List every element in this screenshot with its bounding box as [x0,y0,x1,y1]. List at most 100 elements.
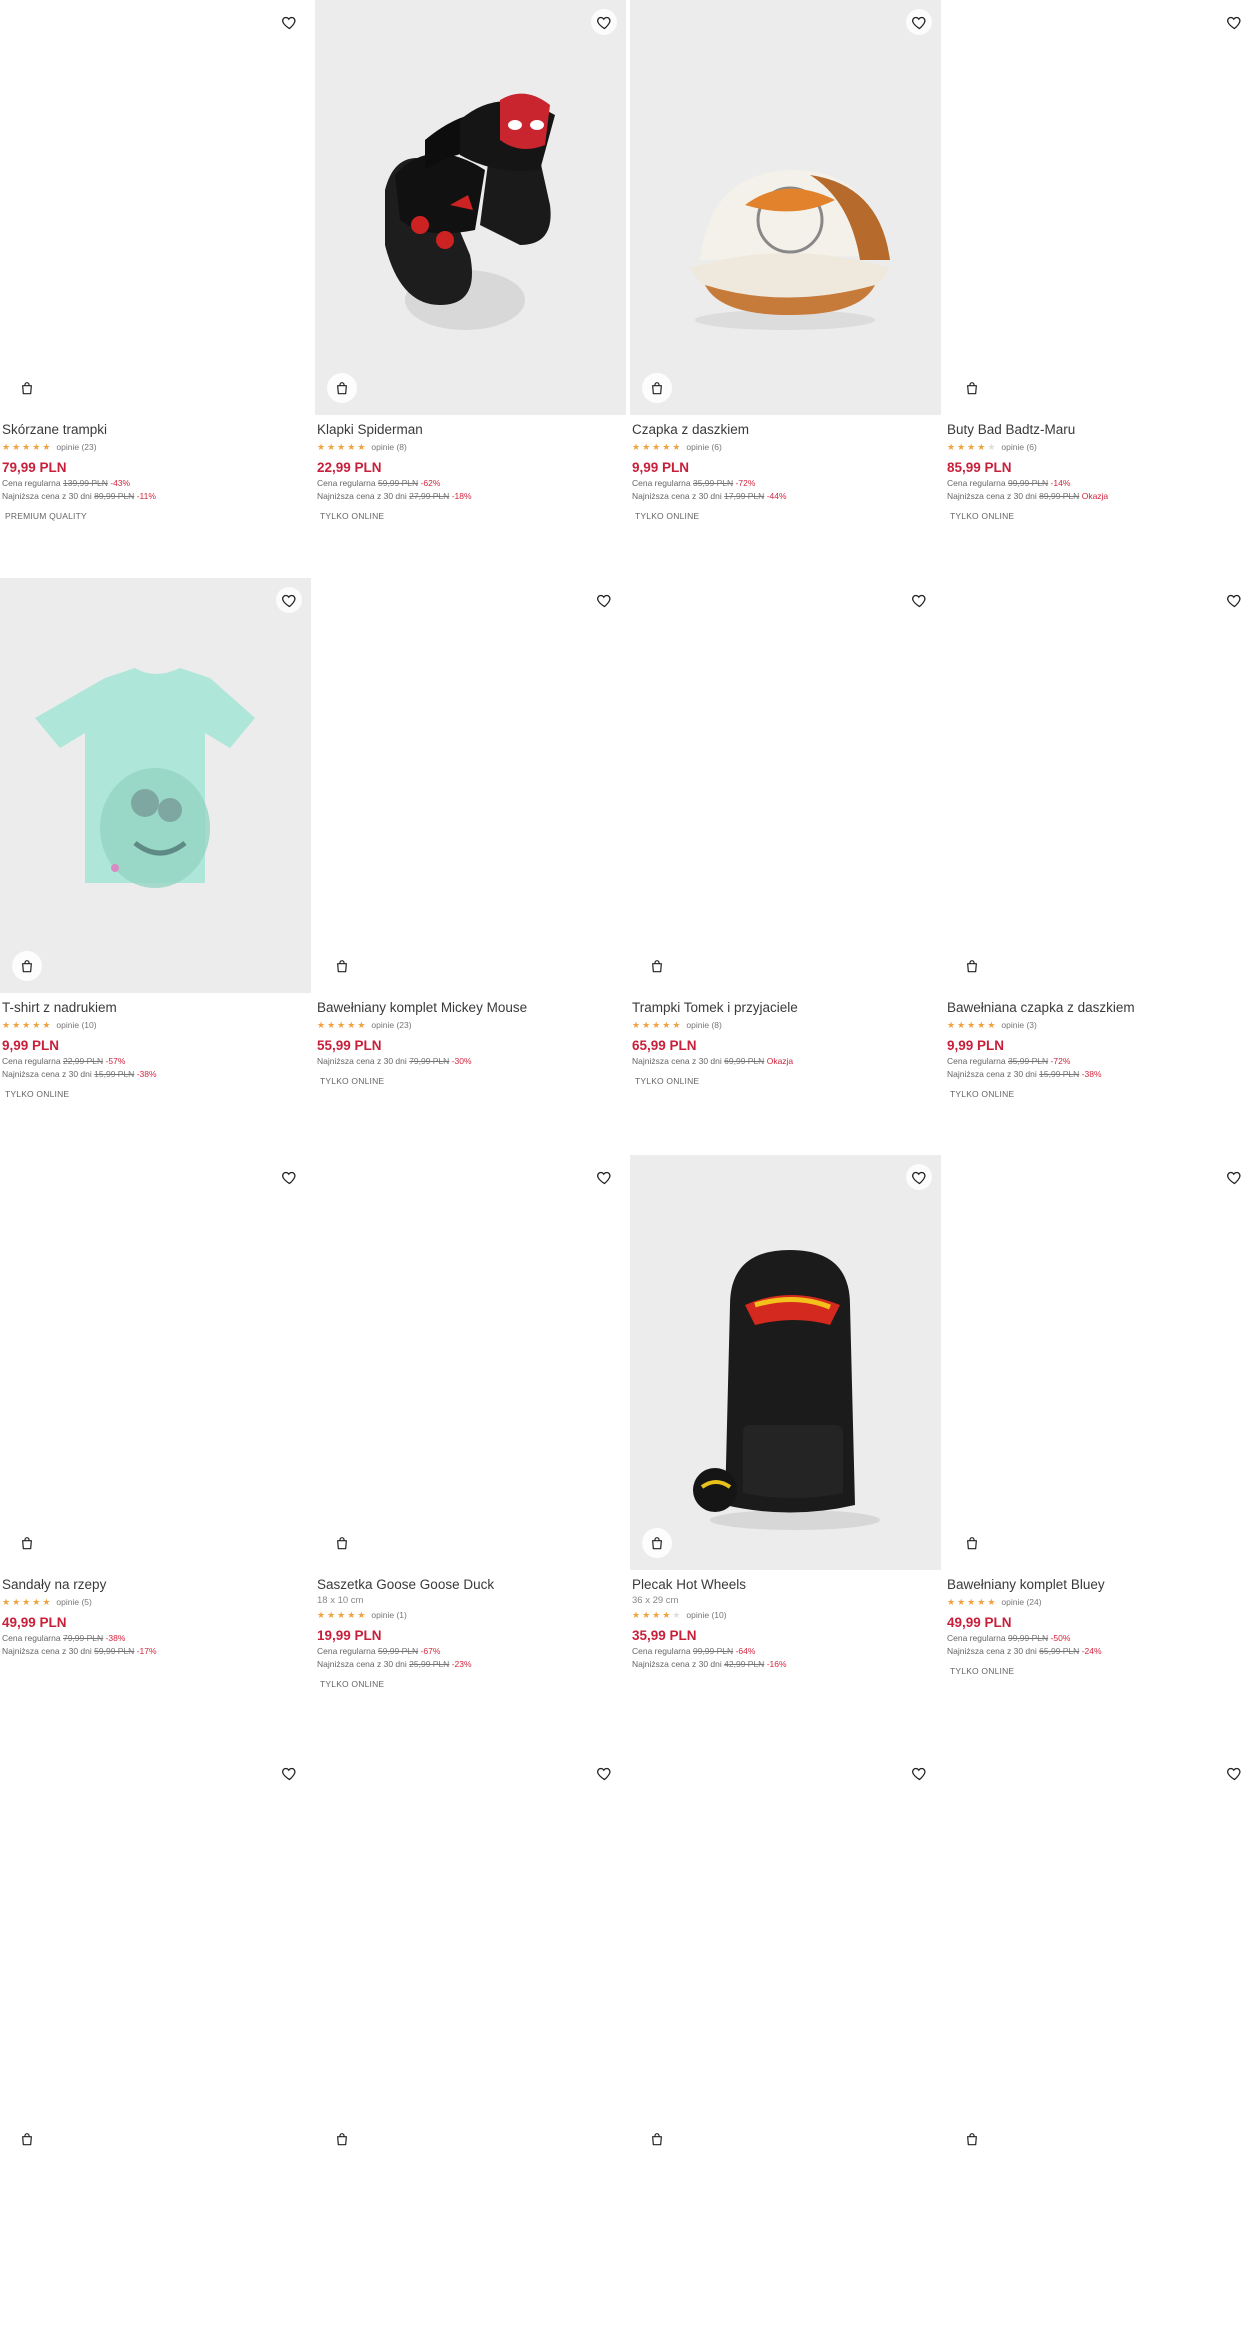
shopping-bag-icon[interactable] [327,2124,357,2154]
shopping-bag-icon[interactable] [957,1528,987,1558]
product-card[interactable]: Czapka z daszkiem ★ ★ ★ ★ ★ opinie (6) 9,99 … [630,0,941,580]
product-image[interactable] [945,0,1250,415]
product-image[interactable] [630,0,941,415]
product-image[interactable] [315,578,626,993]
review-count[interactable]: opinie (23) [56,442,96,452]
product-image[interactable] [315,0,626,415]
shopping-bag-icon[interactable] [957,2124,987,2154]
product-name[interactable]: Bawełniany komplet Mickey Mouse [317,999,624,1017]
product-name[interactable]: Saszetka Goose Goose Duck [317,1576,624,1594]
heart-icon[interactable] [591,1760,617,1786]
shopping-bag-icon[interactable] [642,2124,672,2154]
heart-icon[interactable] [906,587,932,613]
product-image[interactable] [0,1155,311,1570]
heart-icon[interactable] [591,1164,617,1190]
product-name[interactable]: Buty Bad Badtz-Maru [947,421,1250,439]
lowest-price-line: Najniższa cena z 30 dni 15,99 PLN -38% [2,1068,309,1081]
shopping-bag-icon[interactable] [12,373,42,403]
heart-icon[interactable] [1221,1164,1247,1190]
product-card[interactable]: Skórzane trampki ★ ★ ★ ★ ★ opinie (23) 79,99… [0,0,311,580]
product-card[interactable]: Bawełniana czapka z daszkiem ★ ★ ★ ★ ★ opini… [945,578,1250,1158]
heart-icon[interactable] [906,1760,932,1786]
lowest-price-line: Najniższa cena z 30 dni 25,99 PLN -23% [317,1658,624,1671]
product-name[interactable]: Bawełniany komplet Bluey [947,1576,1250,1594]
heart-icon[interactable] [276,587,302,613]
product-image[interactable] [630,1155,941,1570]
review-count[interactable]: opinie (23) [371,1020,411,1030]
shopping-bag-icon[interactable] [327,1528,357,1558]
product-card[interactable]: Trampki Tomek i przyjaciele ★ ★ ★ ★ ★ opinie… [630,578,941,1158]
product-card[interactable] [630,1751,941,2331]
review-count[interactable]: opinie (8) [686,1020,721,1030]
product-image[interactable] [630,578,941,993]
shopping-bag-icon[interactable] [12,2124,42,2154]
review-count[interactable]: opinie (8) [371,442,406,452]
product-image[interactable] [0,578,311,993]
review-count[interactable]: opinie (3) [1001,1020,1036,1030]
product-card[interactable]: Buty Bad Badtz-Maru ★ ★ ★ ★ ★ opinie (6) 85,… [945,0,1250,580]
rating-star-icon: ★ [967,1020,976,1030]
product-card[interactable]: Plecak Hot Wheels 36 x 29 cm ★ ★ ★ ★ ★ opinie… [630,1155,941,1735]
shopping-bag-icon[interactable] [957,373,987,403]
product-image[interactable] [945,1155,1250,1570]
product-name[interactable]: Klapki Spiderman [317,421,624,439]
review-count[interactable]: opinie (1) [371,1610,406,1620]
heart-icon[interactable] [276,1164,302,1190]
review-count[interactable]: opinie (24) [1001,1597,1041,1607]
heart-icon[interactable] [906,1164,932,1190]
product-image[interactable] [315,1155,626,1570]
heart-icon[interactable] [591,9,617,35]
heart-icon[interactable] [276,9,302,35]
product-card[interactable] [315,1751,626,2331]
product-image[interactable] [945,578,1250,993]
heart-icon[interactable] [591,587,617,613]
shopping-bag-icon[interactable] [957,951,987,981]
product-tag: TYLKO ONLINE [950,511,1015,521]
product-image[interactable] [0,1751,311,2166]
heart-icon[interactable] [906,9,932,35]
product-image[interactable] [630,1751,941,2166]
lowest-discount: -38% [136,1069,157,1079]
regular-price-value: 99,99 PLN [1007,478,1049,488]
rating-star-icon: ★ [347,1020,356,1030]
product-card[interactable]: Sandały na rzepy ★ ★ ★ ★ ★ opinie (5) 49,99 … [0,1155,311,1735]
product-card[interactable]: Saszetka Goose Goose Duck 18 x 10 cm ★ ★ ★ ★… [315,1155,626,1735]
review-count[interactable]: opinie (6) [1001,442,1036,452]
product-info: Buty Bad Badtz-Maru ★ ★ ★ ★ ★ opinie (6) 85,… [945,415,1250,521]
product-name[interactable]: Skórzane trampki [2,421,309,439]
product-name[interactable]: T-shirt z nadrukiem [2,999,309,1017]
heart-icon[interactable] [1221,9,1247,35]
product-name[interactable]: Trampki Tomek i przyjaciele [632,999,939,1017]
product-card[interactable] [0,1751,311,2331]
product-card[interactable] [945,1751,1250,2331]
product-name[interactable]: Bawełniana czapka z daszkiem [947,999,1250,1017]
product-card[interactable]: Bawełniany komplet Bluey ★ ★ ★ ★ ★ opinie (2… [945,1155,1250,1735]
heart-icon[interactable] [1221,587,1247,613]
shopping-bag-icon[interactable] [327,373,357,403]
product-image[interactable] [315,1751,626,2166]
rating-star-icon: ★ [317,1020,326,1030]
shopping-bag-icon[interactable] [12,951,42,981]
regular-price-label: Cena regularna [2,1056,61,1066]
review-count[interactable]: opinie (10) [686,1610,726,1620]
review-count[interactable]: opinie (5) [56,1597,91,1607]
review-count[interactable]: opinie (6) [686,442,721,452]
shopping-bag-icon[interactable] [642,951,672,981]
shopping-bag-icon[interactable] [327,951,357,981]
shopping-bag-icon[interactable] [642,373,672,403]
product-name[interactable]: Czapka z daszkiem [632,421,939,439]
rating-star-icon: ★ [337,442,346,452]
review-count[interactable]: opinie (10) [56,1020,96,1030]
product-name[interactable]: Plecak Hot Wheels [632,1576,939,1594]
shopping-bag-icon[interactable] [12,1528,42,1558]
shopping-bag-icon[interactable] [642,1528,672,1558]
heart-icon[interactable] [276,1760,302,1786]
product-card[interactable]: T-shirt z nadrukiem ★ ★ ★ ★ ★ opinie (10) 9,… [0,578,311,1158]
product-name[interactable]: Sandały na rzepy [2,1576,309,1594]
heart-icon[interactable] [1221,1760,1247,1786]
product-image[interactable] [945,1751,1250,2166]
product-card[interactable]: Klapki Spiderman ★ ★ ★ ★ ★ opinie (8) 22,99 … [315,0,626,580]
product-card[interactable]: Bawełniany komplet Mickey Mouse ★ ★ ★ ★ ★ op… [315,578,626,1158]
rating-star-icon: ★ [957,1597,966,1607]
product-image[interactable] [0,0,311,415]
